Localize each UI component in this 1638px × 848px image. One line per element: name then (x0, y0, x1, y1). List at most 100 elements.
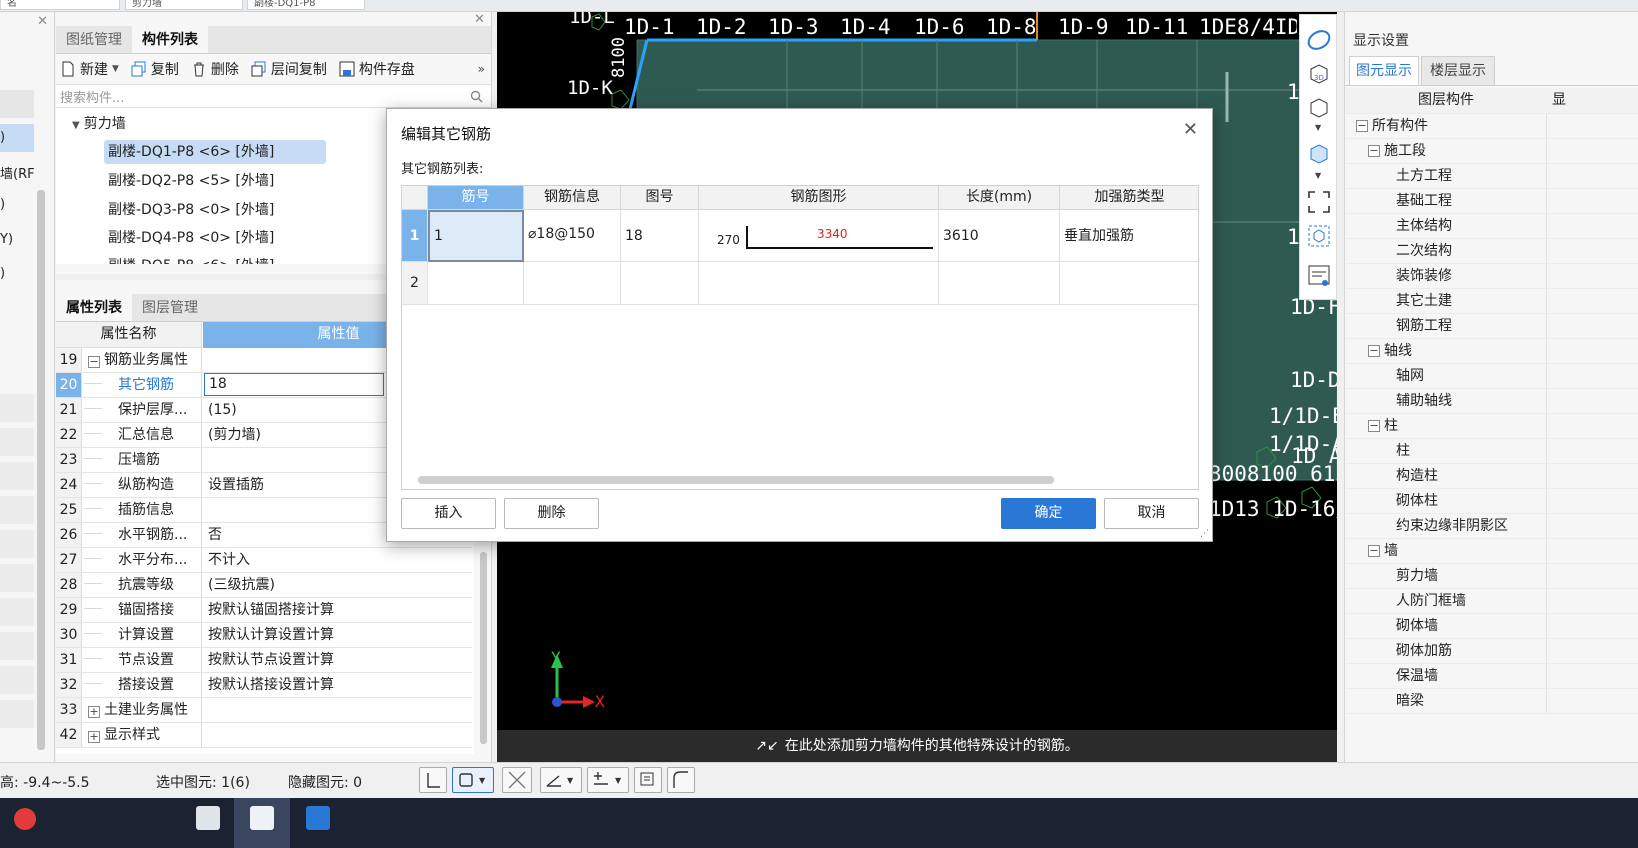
layer-row[interactable]: 辅助轴线 (1346, 389, 1638, 414)
snap-toggle-icon[interactable]: ▼ (452, 767, 494, 793)
tab-component-list[interactable]: 构件列表 (132, 26, 208, 53)
left-nav-block[interactable] (0, 462, 34, 490)
resize-grip-icon[interactable]: ⋰ (1200, 529, 1209, 539)
arc-icon[interactable] (667, 767, 695, 793)
left-scrollbar[interactable] (37, 190, 45, 750)
new-button[interactable]: 新建 ▼ (60, 59, 119, 79)
collapse-icon[interactable]: − (1356, 120, 1368, 132)
delete-button[interactable]: 删除 (191, 59, 239, 79)
fit-view-icon[interactable] (1306, 189, 1332, 215)
left-nav-item[interactable]: ) (0, 197, 36, 212)
rebar-shape-cell[interactable]: 270 3340 (699, 210, 939, 262)
layer-row[interactable]: 剪力墙 (1346, 564, 1638, 589)
tab-property-list[interactable]: 属性列表 (56, 294, 132, 321)
app-icon[interactable] (196, 806, 220, 830)
figure-number-cell[interactable] (621, 262, 699, 305)
property-row[interactable]: 42 + 显示样式 (56, 723, 472, 748)
dropdown-arrow-icon[interactable]: ▼ (1315, 171, 1321, 180)
tab-element-display[interactable]: 图元显示 (1349, 56, 1419, 85)
component-item[interactable]: 副楼-DQ5-P8 <6> [外墙] (108, 254, 274, 264)
left-nav-block[interactable] (0, 428, 34, 456)
close-icon[interactable]: ✕ (37, 14, 48, 29)
property-scrollbar[interactable] (480, 552, 487, 744)
collapse-icon[interactable]: − (1368, 420, 1380, 432)
app-icon[interactable] (14, 808, 36, 830)
reinforce-type-cell[interactable] (1060, 262, 1198, 305)
layer-row[interactable]: 构造柱 (1346, 464, 1638, 489)
property-row[interactable]: 27 ┈┈┈ 水平分布... 不计入 (56, 548, 472, 573)
row-index[interactable]: 2 (402, 262, 428, 305)
property-value[interactable]: 按默认锚固搭接计算 (206, 598, 334, 622)
left-nav-block[interactable] (0, 90, 34, 118)
layer-row[interactable]: 保温墙 (1346, 664, 1638, 689)
collapse-icon[interactable]: − (1368, 545, 1380, 557)
column-header[interactable]: 钢筋信息 (524, 186, 621, 210)
close-icon[interactable]: ✕ (1183, 119, 1198, 140)
layer-row[interactable]: 砌体柱 (1346, 489, 1638, 514)
column-header[interactable]: 长度(mm) (939, 186, 1060, 210)
column-header[interactable]: 钢筋图形 (699, 186, 939, 210)
layer-row[interactable]: 砌体加筋 (1346, 639, 1638, 664)
property-row[interactable]: 28 ┈┈┈ 抗震等级 (三级抗震) (56, 573, 472, 598)
rotate-icon[interactable] (1306, 27, 1332, 53)
column-header[interactable]: 筋号 (428, 186, 524, 210)
property-value[interactable]: (三级抗震) (206, 573, 275, 597)
property-value[interactable]: 按默认节点设置计算 (206, 648, 334, 672)
tab-drawing-manage[interactable]: 图纸管理 (56, 26, 132, 53)
top-field-2[interactable]: 剪力墙 (125, 0, 243, 10)
property-value[interactable]: 不计入 (206, 548, 250, 572)
layer-row[interactable]: − 施工段 (1346, 139, 1638, 164)
rebar-shape-cell[interactable] (699, 262, 939, 305)
property-row[interactable]: 30 ┈┈┈ 计算设置 按默认计算设置计算 (56, 623, 472, 648)
tree-root[interactable]: ▼ 剪力墙 (72, 112, 126, 138)
bar-number-cell[interactable]: 1 (428, 210, 524, 262)
tab-layer-manage[interactable]: 图层管理 (132, 294, 208, 321)
layer-row[interactable]: − 轴线 (1346, 339, 1638, 364)
left-nav-block[interactable] (0, 530, 34, 558)
property-value[interactable]: 18 (204, 373, 384, 396)
close-icon[interactable]: ✕ (474, 12, 485, 27)
component-item[interactable]: 副楼-DQ4-P8 <0> [外墙] (108, 226, 274, 250)
layer-row[interactable]: 砌体墙 (1346, 614, 1638, 639)
rebar-info-cell[interactable]: ⌀18@150 (524, 210, 621, 262)
expand-arrow-icon[interactable]: ▼ (72, 120, 80, 131)
property-value[interactable] (206, 498, 208, 522)
intersect-icon[interactable] (502, 767, 532, 793)
collapse-icon[interactable]: ↗↙ (755, 738, 778, 754)
bar-number-cell[interactable] (428, 262, 524, 305)
left-nav-block[interactable] (0, 700, 34, 728)
layer-row[interactable]: − 所有构件 (1346, 114, 1638, 139)
row-index[interactable]: 1 (402, 210, 428, 262)
reinforce-type-cell[interactable]: 垂直加强筋 (1060, 210, 1198, 262)
layer-row[interactable]: 土方工程 (1346, 164, 1638, 189)
layer-row[interactable]: 主体结构 (1346, 214, 1638, 239)
layer-row[interactable]: 装饰装修 (1346, 264, 1638, 289)
layer-row[interactable]: 柱 (1346, 439, 1638, 464)
left-nav-block[interactable] (0, 496, 34, 524)
layer-row[interactable]: 约束边缘非阴影区 (1346, 514, 1638, 539)
property-value[interactable]: 按默认搭接设置计算 (206, 673, 334, 697)
display-settings-icon[interactable] (1306, 263, 1332, 289)
left-nav-item[interactable]: 墙(RF (0, 163, 36, 182)
left-nav-block[interactable] (0, 564, 34, 592)
property-row[interactable]: 32 ┈┈┈ 搭接设置 按默认搭接设置计算 (56, 673, 472, 698)
ortho-toggle-icon[interactable] (419, 767, 447, 793)
column-header[interactable]: 加强筋类型 (1060, 186, 1198, 210)
layer-icon[interactable] (634, 767, 662, 793)
property-value[interactable] (206, 723, 208, 747)
layer-row[interactable]: 轴网 (1346, 364, 1638, 389)
layer-row[interactable]: 人防门框墙 (1346, 589, 1638, 614)
component-search-input[interactable]: 搜索构件... (56, 84, 491, 108)
property-value[interactable]: 设置插筋 (206, 473, 264, 497)
left-nav-item[interactable]: ) (0, 266, 36, 281)
copy-button[interactable]: 复制 (131, 59, 179, 79)
more-icon[interactable]: » (478, 62, 485, 76)
dimension-icon[interactable]: ▼ (587, 767, 629, 793)
component-item[interactable]: 副楼-DQ2-P8 <5> [外墙] (108, 169, 274, 193)
length-cell[interactable] (939, 262, 1060, 305)
component-save-button[interactable]: 构件存盘 (339, 59, 415, 79)
layer-row[interactable]: 其它土建 (1346, 289, 1638, 314)
top-field-3[interactable]: 副楼-DQ1-P8 (247, 0, 365, 10)
layer-row[interactable]: 二次结构 (1346, 239, 1638, 264)
select-box-icon[interactable] (1306, 223, 1332, 249)
